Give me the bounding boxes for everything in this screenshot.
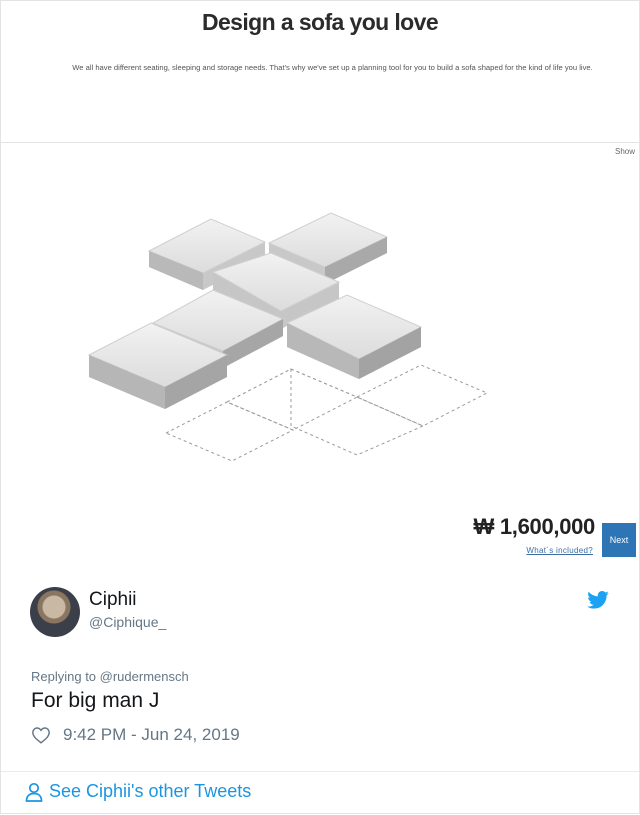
sofa-price: ₩ 1,600,000	[473, 514, 596, 539]
see-other-tweets-link[interactable]: See Ciphii's other Tweets	[25, 781, 251, 802]
person-icon	[25, 782, 43, 802]
tweet-display-name[interactable]: Ciphii	[89, 589, 137, 611]
see-other-tweets-label: See Ciphii's other Tweets	[49, 781, 252, 801]
divider	[1, 771, 639, 772]
tweet-timestamp[interactable]: 9:42 PM - Jun 24, 2019	[63, 725, 240, 745]
heart-icon[interactable]	[31, 726, 51, 744]
tweet-handle[interactable]: @Ciphique_	[89, 614, 166, 630]
page-header: Design a sofa you love We all have diffe…	[0, 0, 640, 143]
next-button[interactable]: Next	[602, 523, 636, 557]
page-title: Design a sofa you love	[201, 9, 439, 35]
page-description: We all have different seating, sleeping …	[72, 63, 593, 72]
tweet-card: Ciphii @Ciphique_ Replying to @rudermens…	[0, 559, 640, 814]
replying-to-label[interactable]: Replying to @rudermensch	[31, 669, 189, 684]
sofa-illustration	[87, 212, 489, 462]
avatar[interactable]	[30, 587, 80, 637]
whats-included-link[interactable]: What´s included?	[526, 546, 593, 555]
tweet-meta: 9:42 PM - Jun 24, 2019	[31, 724, 240, 746]
tweet-text: For big man J	[31, 689, 160, 712]
twitter-bird-icon[interactable]	[587, 591, 609, 609]
sofa-configurator[interactable]: Show ₩ 1,600,000 What´s included? Next	[0, 142, 640, 560]
